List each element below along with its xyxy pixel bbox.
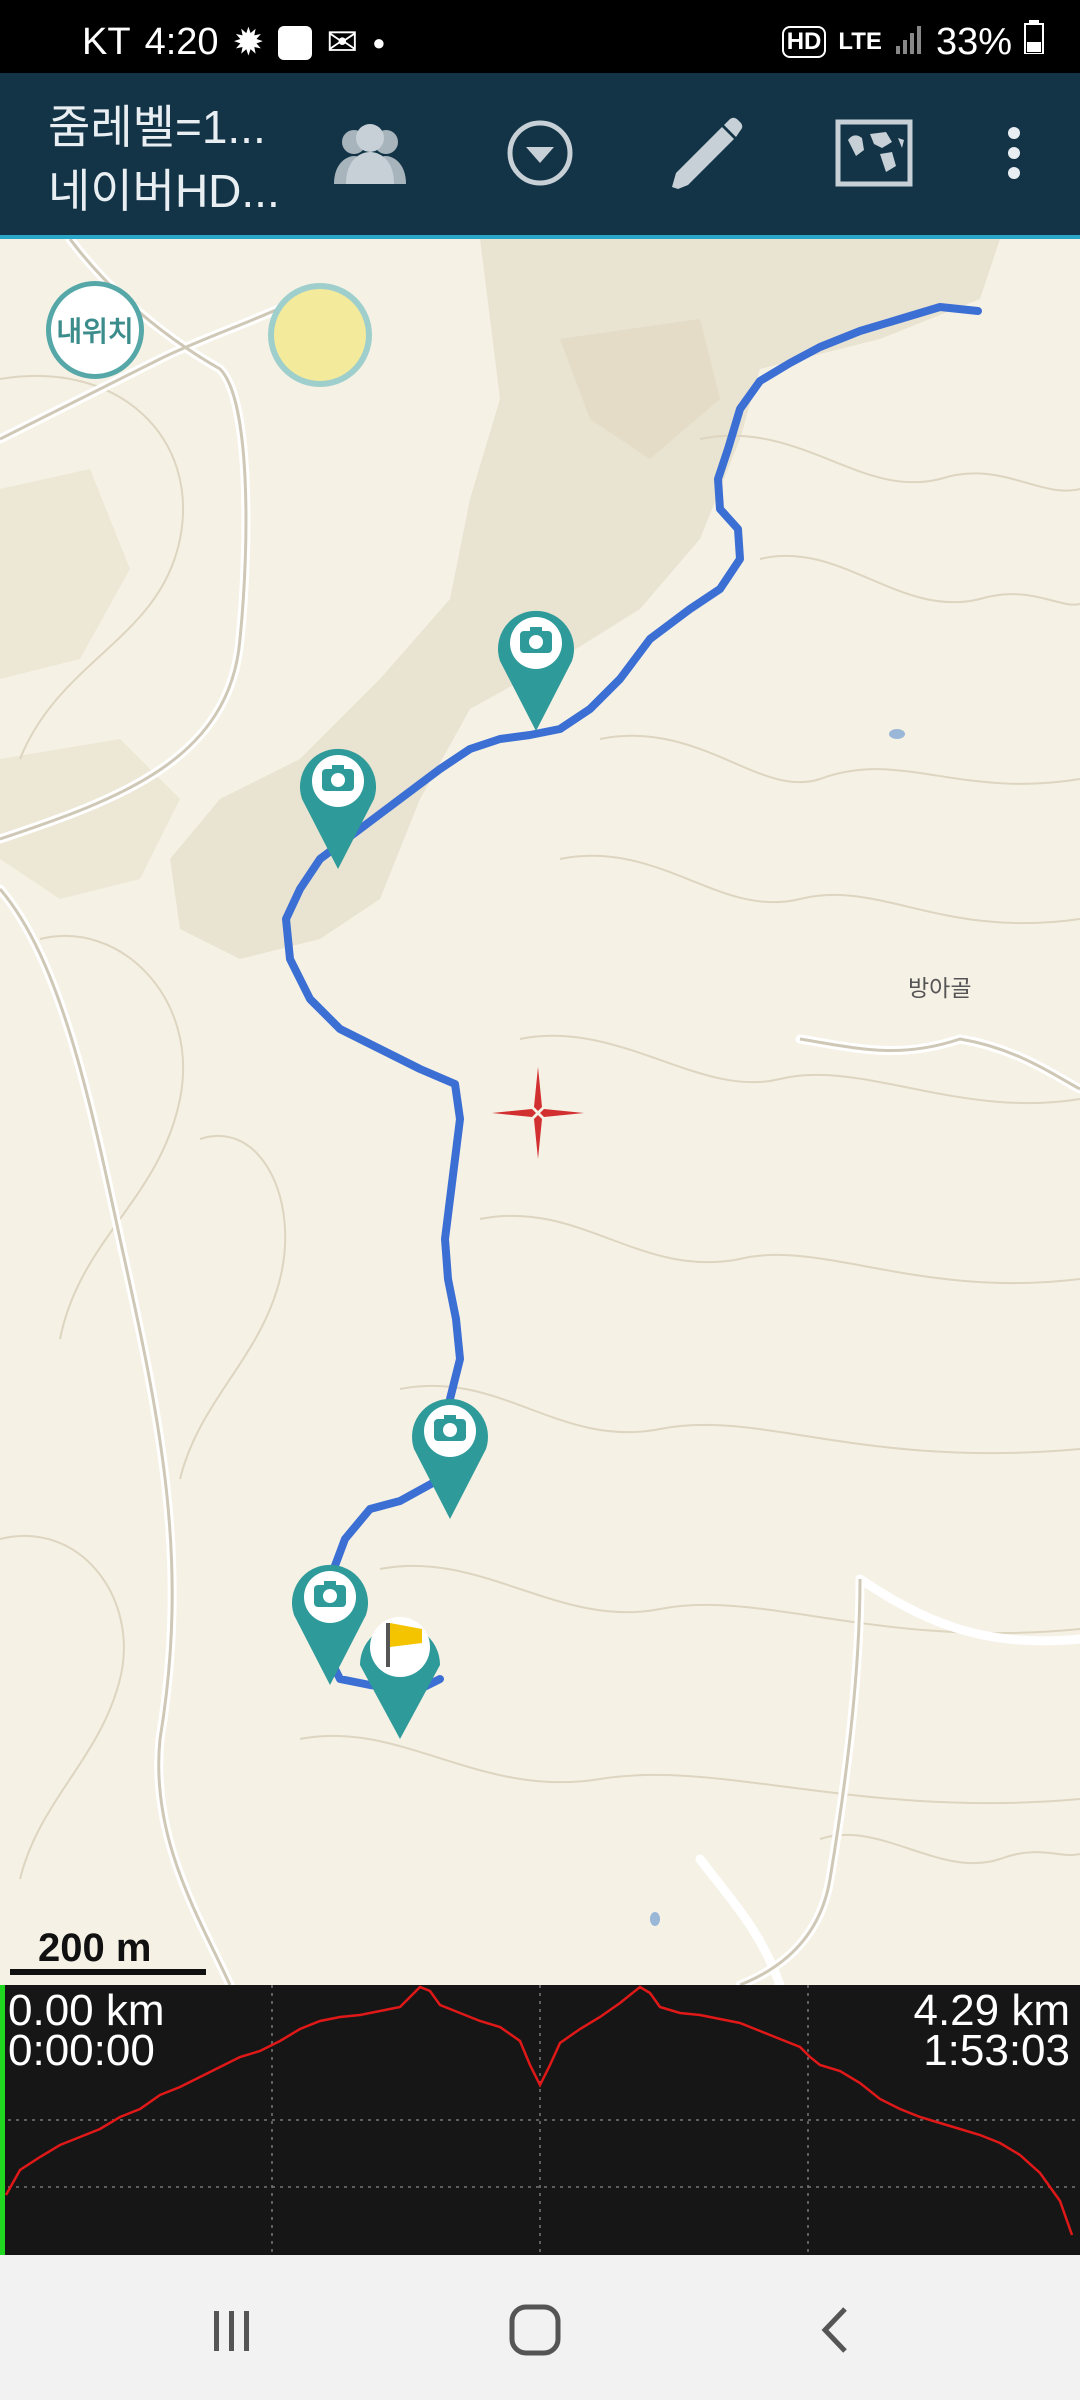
recent-apps-icon[interactable] xyxy=(196,2295,266,2365)
battery-percent: 33% xyxy=(935,20,1012,63)
battery-icon xyxy=(1024,20,1044,64)
system-navigation-bar xyxy=(0,2255,1080,2400)
map-view[interactable]: 내위치 방아골 200 m xyxy=(0,239,1080,1985)
app-notification-icon xyxy=(278,25,313,60)
start-time: 0:00:00 xyxy=(8,2026,155,2075)
group-icon[interactable] xyxy=(326,109,414,197)
back-icon[interactable] xyxy=(800,2295,870,2365)
end-time: 1:53:03 xyxy=(923,2026,1070,2075)
more-vert-icon[interactable] xyxy=(970,109,1058,197)
status-bar: KT 4:20 ✹ ✉ ● HD LTE 33% xyxy=(0,0,1080,73)
home-icon[interactable] xyxy=(500,2295,570,2365)
elevation-profile[interactable]: 0.00 km 0:00:00 4.29 km 1:53:03 xyxy=(0,1985,1080,2255)
carrier-label: KT xyxy=(82,21,131,63)
camera-marker[interactable] xyxy=(498,610,574,731)
dot-icon: ● xyxy=(372,29,386,55)
camera-marker[interactable] xyxy=(412,1398,488,1519)
end-distance: 4.29 km xyxy=(913,1986,1070,2035)
camera-marker[interactable] xyxy=(300,748,376,869)
hd-voice-icon: HD xyxy=(781,26,827,58)
pins xyxy=(292,610,574,1739)
profile-end: 4.29 km 1:53:03 xyxy=(913,1986,1070,2075)
elevation-line xyxy=(4,1985,1074,2236)
world-map-icon[interactable] xyxy=(830,109,918,197)
flag-marker[interactable] xyxy=(360,1617,440,1739)
start-distance: 0.00 km xyxy=(8,1986,165,2035)
map-source-label: 네이버HD... xyxy=(48,165,280,217)
app-toolbar: 줌레벨=1... 네이버HD... xyxy=(0,73,1080,239)
signal-icon xyxy=(894,21,924,64)
day-night-toggle[interactable] xyxy=(268,283,372,387)
settings-notification-icon: ✹ xyxy=(232,22,265,64)
mail-notification-icon: ✉ xyxy=(326,22,359,64)
scale-label: 200 m xyxy=(38,1926,152,1970)
clock: 4:20 xyxy=(144,21,219,63)
profile-start: 0.00 km 0:00:00 xyxy=(8,1986,165,2075)
map-title[interactable]: 줌레벨=1... 네이버HD... xyxy=(48,95,280,223)
scale-bar xyxy=(10,1969,206,1975)
place-label: 방아골 xyxy=(908,975,972,1001)
my-location-button[interactable]: 내위치 xyxy=(46,281,144,379)
dropdown-icon[interactable] xyxy=(496,109,584,197)
camera-marker[interactable] xyxy=(292,1564,368,1685)
pencil-icon[interactable] xyxy=(662,109,750,197)
lte-icon: LTE xyxy=(838,28,882,55)
my-location-label: 내위치 xyxy=(56,316,134,347)
zoom-level-label: 줌레벨=1... xyxy=(48,101,266,153)
